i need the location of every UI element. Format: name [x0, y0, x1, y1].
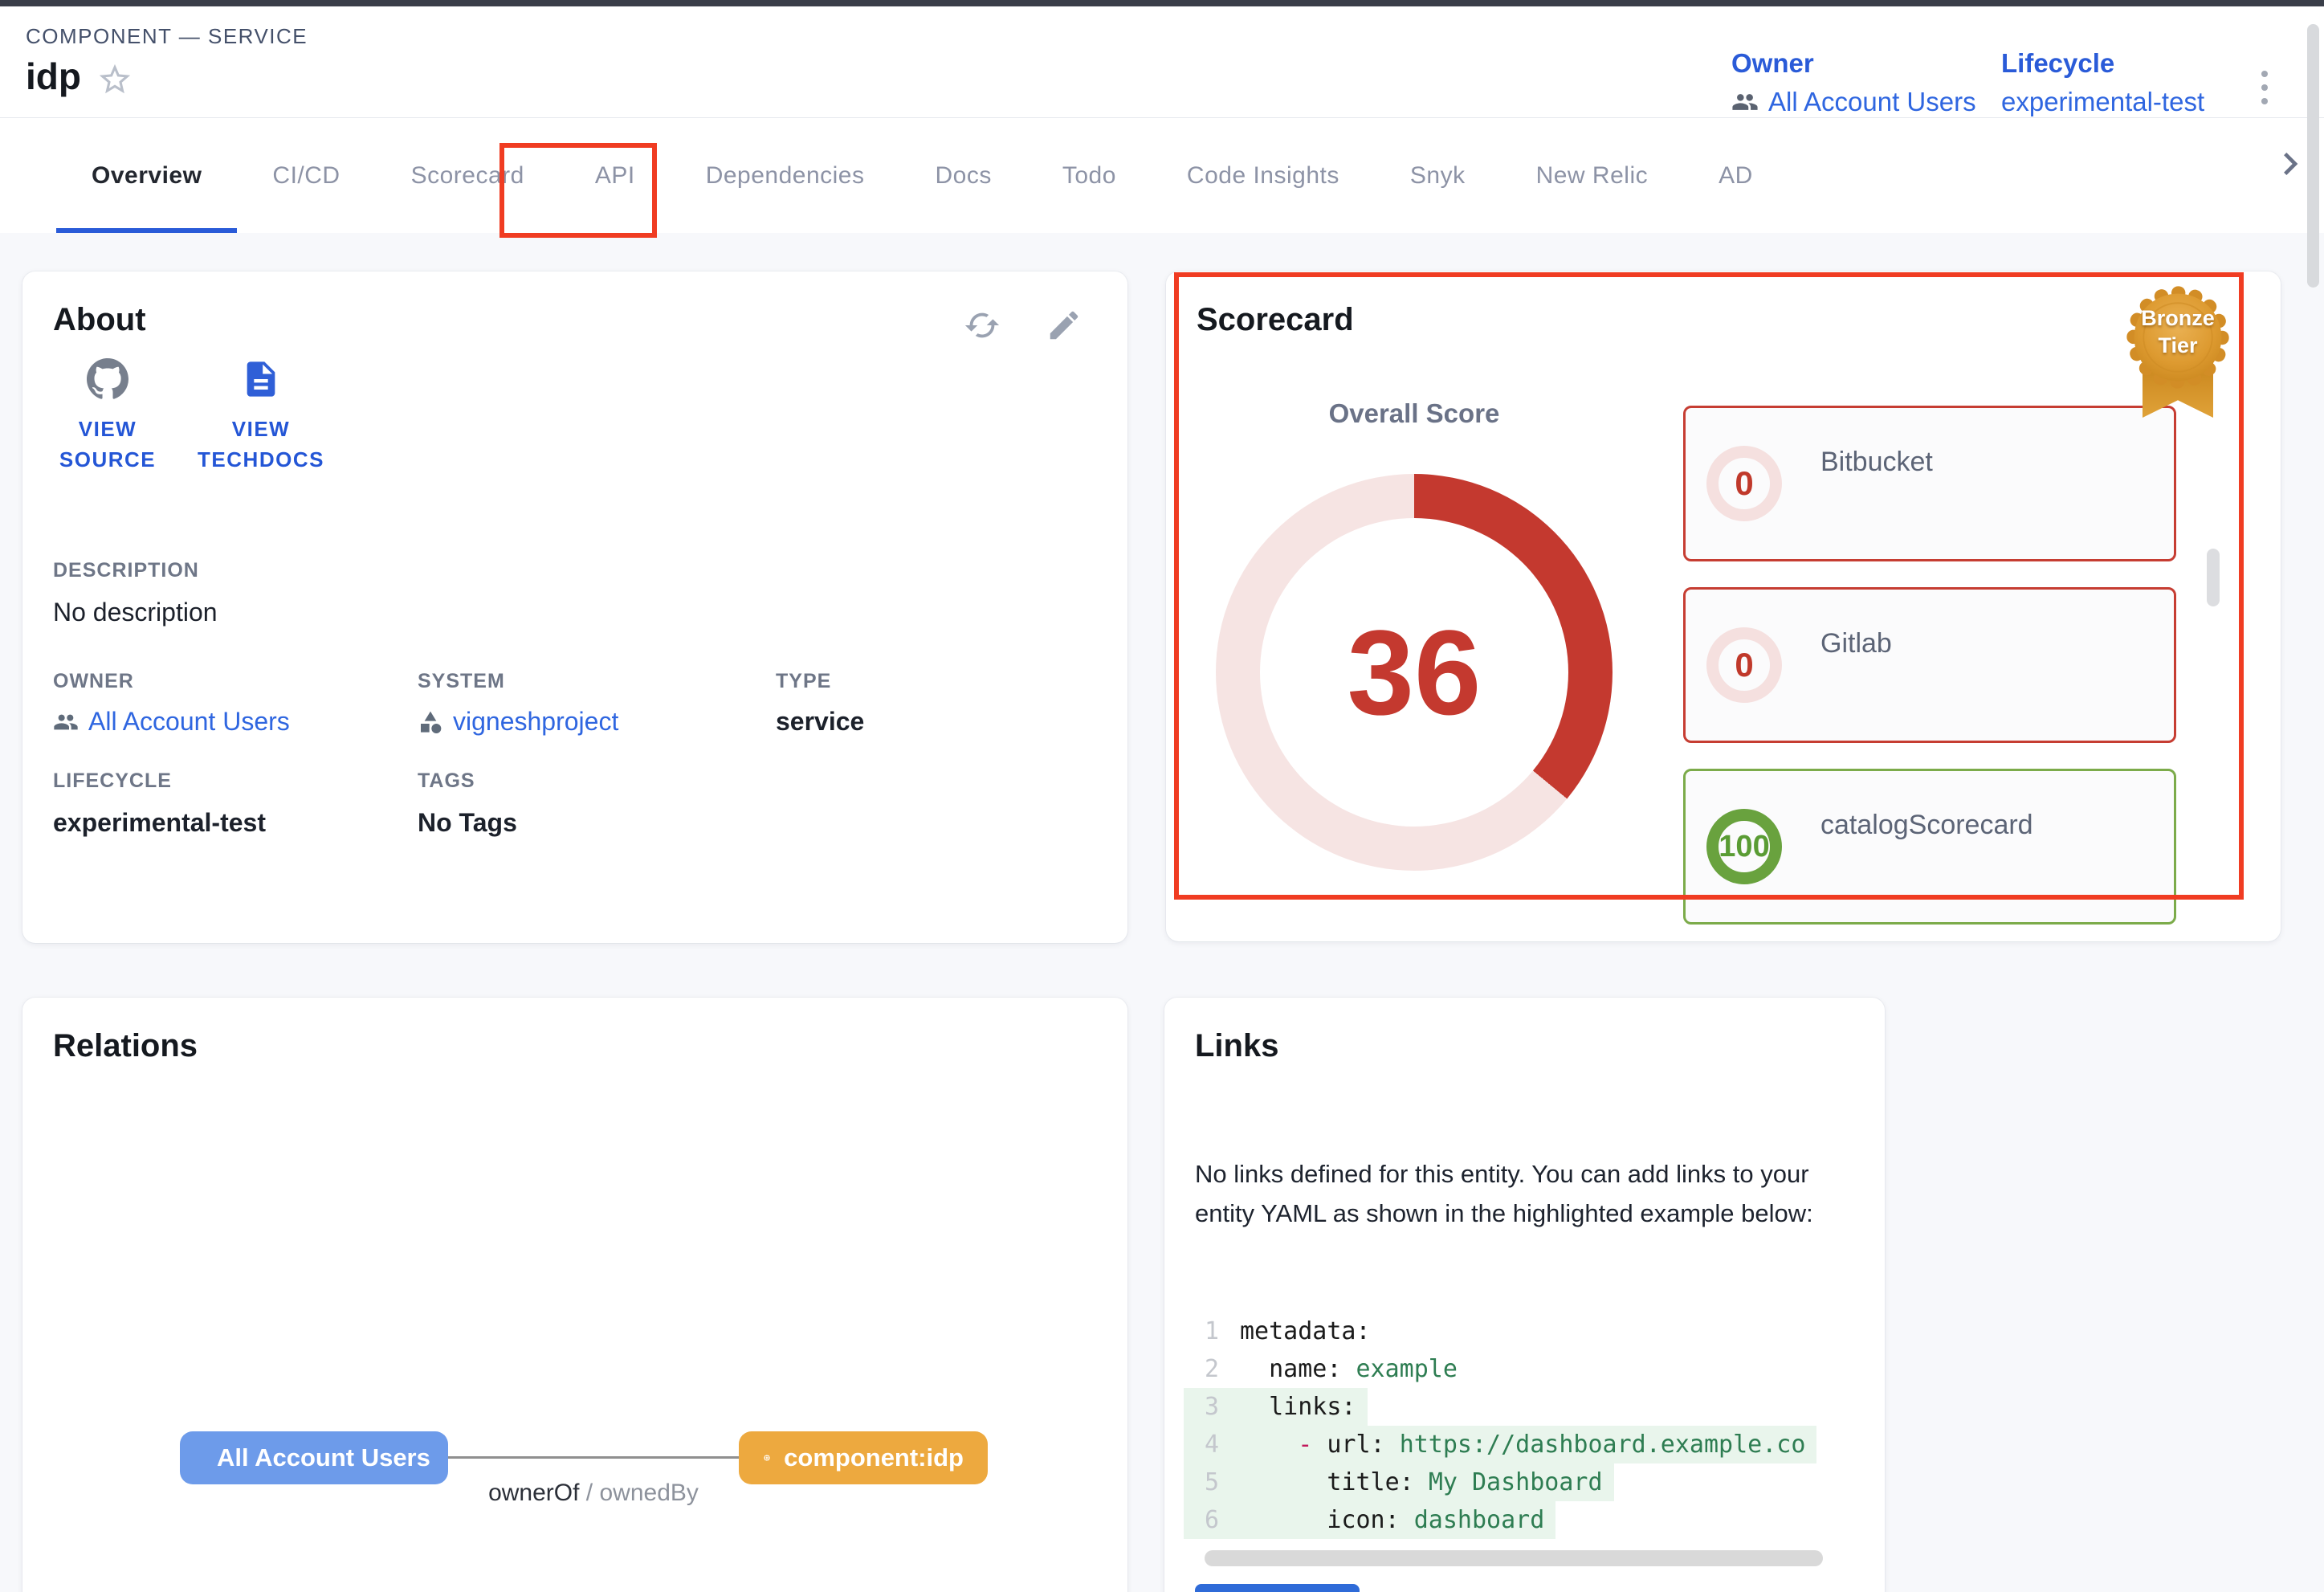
- scorecard-item-name: Bitbucket: [1820, 447, 1933, 478]
- page-title: idp: [26, 55, 81, 98]
- type-field-label: TYPE: [776, 670, 831, 693]
- about-lifecycle-value: experimental-test: [53, 808, 266, 838]
- about-card: About VIEWSOURCE VIEWTECHDOCS DESCRIPTIO…: [22, 271, 1127, 943]
- relation-node-owner[interactable]: All Account Users: [180, 1431, 448, 1484]
- links-action-button[interactable]: [1195, 1584, 1360, 1592]
- code-line: 4 - url: https://dashboard.example.co: [1184, 1426, 1816, 1463]
- code-line: 2 name: example: [1184, 1350, 1469, 1388]
- scorecard-item-list: 0 Bitbucket 0 Gitlab 100 catalogScorecar…: [1683, 406, 2176, 941]
- scorecard-item[interactable]: 0 Bitbucket: [1683, 406, 2176, 561]
- system-category-icon: [418, 709, 443, 735]
- tab[interactable]: Overview: [56, 118, 237, 233]
- description-label: DESCRIPTION: [53, 559, 199, 582]
- owner-label: Owner: [1731, 48, 1976, 79]
- badge-text: BronzeTier: [2123, 305, 2232, 360]
- score-ring: 100: [1706, 809, 1782, 884]
- scorecard-list-scrollbar[interactable]: [2207, 549, 2220, 606]
- code-line: 5 title: My Dashboard: [1184, 1463, 1614, 1501]
- overall-score-label: Overall Score: [1216, 398, 1613, 429]
- bronze-tier-badge: BronzeTier: [2123, 283, 2232, 421]
- favorite-star-icon[interactable]: [96, 61, 133, 98]
- scorecard-item[interactable]: 100 catalogScorecard: [1683, 769, 2176, 925]
- relation-node-component[interactable]: component:idp: [739, 1431, 988, 1484]
- links-title: Links: [1195, 1028, 1278, 1064]
- relations-title: Relations: [53, 1028, 198, 1064]
- breadcrumb: COMPONENT — SERVICE: [26, 24, 308, 49]
- scorecard-item-name: Gitlab: [1820, 628, 1892, 659]
- app-window: COMPONENT — SERVICE idp Owner All Accoun…: [0, 0, 2324, 1592]
- view-techdocs-label: VIEWTECHDOCS: [198, 414, 324, 475]
- window-scrollbar[interactable]: [2307, 24, 2319, 288]
- lifecycle-label: Lifecycle: [2001, 48, 2204, 79]
- code-line: 1metadata:: [1184, 1312, 1382, 1350]
- tab[interactable]: Todo: [1027, 118, 1152, 233]
- techdocs-doc-icon: [240, 358, 282, 400]
- links-empty-text: No links defined for this entity. You ca…: [1195, 1155, 1855, 1233]
- scorecard-item-name: catalogScorecard: [1820, 810, 2033, 841]
- tabs-overflow-chevron-icon[interactable]: [2268, 141, 2313, 186]
- lifecycle-value: experimental-test: [2001, 87, 2204, 117]
- refresh-icon[interactable]: [964, 307, 1001, 344]
- tab[interactable]: Docs: [900, 118, 1027, 233]
- type-value: service: [776, 707, 864, 737]
- tab[interactable]: Code Insights: [1152, 118, 1375, 233]
- code-line: 6 icon: dashboard: [1184, 1501, 1555, 1539]
- header-lifecycle-field: Lifecycle experimental-test: [2001, 48, 2204, 117]
- yaml-code-block: 1metadata: 2 name: example 3 links: 4 - …: [1184, 1312, 1847, 1545]
- score-ring: 0: [1706, 446, 1782, 521]
- view-techdocs-link[interactable]: VIEWTECHDOCS: [193, 358, 329, 475]
- tags-value: No Tags: [418, 808, 517, 838]
- owner-field-label: OWNER: [53, 670, 134, 693]
- edit-pencil-icon[interactable]: [1046, 307, 1082, 344]
- system-field-label: SYSTEM: [418, 670, 505, 693]
- description-value: No description: [53, 598, 218, 627]
- tags-field-label: TAGS: [418, 769, 475, 793]
- chip-icon: [763, 1444, 771, 1472]
- entity-header: COMPONENT — SERVICE idp Owner All Accoun…: [0, 6, 2324, 117]
- lifecycle-field-label: LIFECYCLE: [53, 769, 172, 793]
- tab[interactable]: AD: [1683, 118, 1788, 233]
- relations-card: Relations All Account Users component:id…: [22, 998, 1127, 1592]
- tab[interactable]: Scorecard: [376, 118, 560, 233]
- github-icon: [87, 358, 128, 400]
- about-owner-link[interactable]: All Account Users: [53, 707, 290, 737]
- relation-edge-line: [448, 1456, 739, 1459]
- browser-top-bar: [0, 0, 2324, 6]
- tab[interactable]: Dependencies: [671, 118, 900, 233]
- score-ring: 0: [1706, 627, 1782, 703]
- links-card: Links No links defined for this entity. …: [1164, 998, 1885, 1592]
- tab[interactable]: Snyk: [1375, 118, 1501, 233]
- relation-edge-label: ownerOf / ownedBy: [488, 1480, 699, 1507]
- view-source-link[interactable]: VIEWSOURCE: [51, 358, 164, 475]
- header-owner-field: Owner All Account Users: [1731, 48, 1976, 117]
- tab-bar: Overview CI/CD Scorecard API Dependencie…: [0, 117, 2324, 233]
- scorecard-item[interactable]: 0 Gitlab: [1683, 587, 2176, 743]
- more-options-kebab-icon[interactable]: [2249, 59, 2281, 116]
- code-line: 3 links:: [1184, 1388, 1368, 1426]
- people-icon: [1731, 88, 1759, 116]
- overall-score-donut: 36: [1216, 474, 1613, 871]
- code-horizontal-scrollbar[interactable]: [1205, 1550, 1823, 1566]
- overall-score-value: 36: [1216, 474, 1613, 871]
- owner-link[interactable]: All Account Users: [1731, 87, 1976, 117]
- tab[interactable]: CI/CD: [237, 118, 375, 233]
- scorecard-title: Scorecard: [1197, 302, 1354, 338]
- view-source-label: VIEWSOURCE: [59, 414, 156, 475]
- about-system-link[interactable]: vigneshproject: [418, 707, 618, 737]
- scorecard-card: Scorecard Overall Score 36 0 Bitbucket 0…: [1166, 271, 2281, 941]
- about-title: About: [53, 302, 146, 338]
- people-icon: [53, 709, 79, 735]
- tab[interactable]: API: [560, 118, 671, 233]
- tab[interactable]: New Relic: [1501, 118, 1684, 233]
